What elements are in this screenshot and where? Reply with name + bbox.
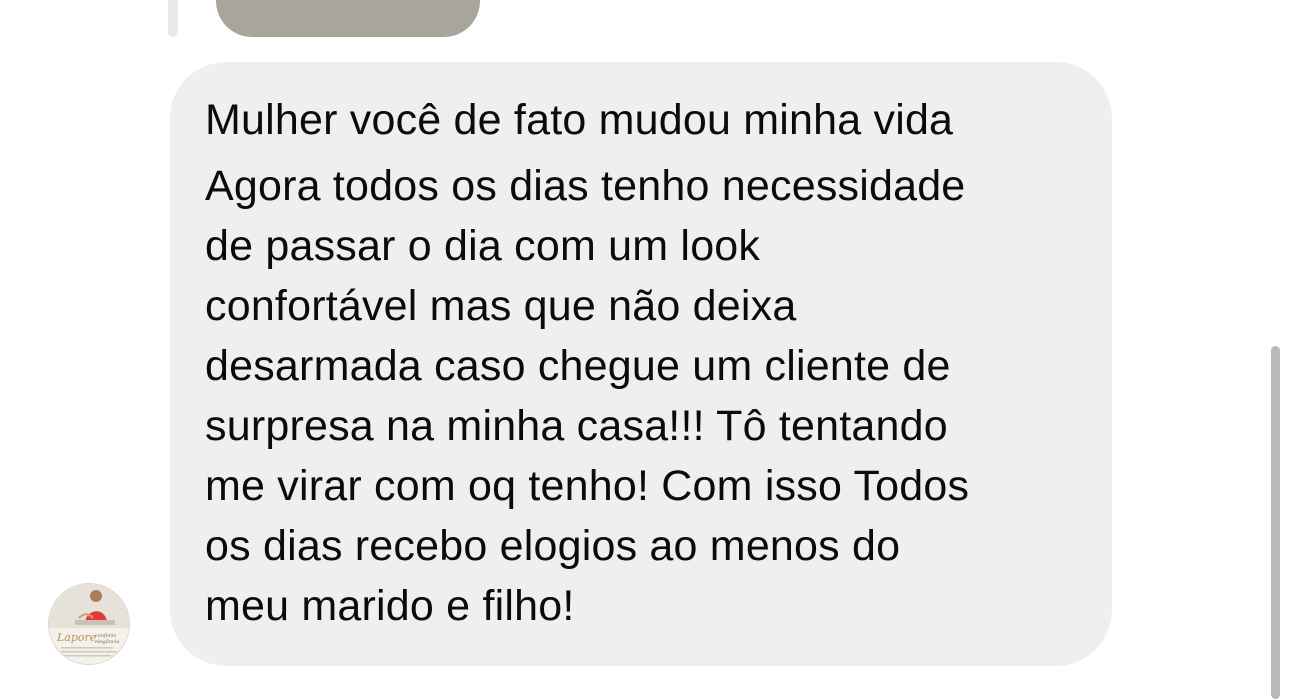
message-line: de passar o dia com um look — [205, 222, 761, 270]
svg-text:elegância: elegância — [95, 638, 119, 645]
message-line: me virar com oq tenho! Com isso Todos — [205, 462, 970, 510]
message-bubble[interactable]: Mulher você de fato mudou minha vida Ago… — [170, 62, 1112, 666]
sender-avatar[interactable]: Lapore conforto elegância — [48, 583, 130, 665]
message-line: os dias recebo elogios ao menos do — [205, 522, 901, 570]
reply-thread-line — [168, 0, 178, 37]
message-line: Mulher você de fato mudou minha vida — [205, 96, 954, 144]
scrollbar[interactable] — [1271, 346, 1280, 699]
profile-photo-icon: Lapore conforto elegância — [49, 584, 129, 664]
message-line: desarmada caso chegue um cliente de — [205, 342, 951, 390]
message-line: Agora todos os dias tenho necessidade — [205, 162, 966, 210]
quoted-media-preview[interactable] — [216, 0, 480, 37]
svg-text:Lapore: Lapore — [56, 631, 97, 644]
message-line: confortável mas que não deixa — [205, 282, 797, 330]
message-line: meu marido e filho! — [205, 582, 575, 630]
message-line: surpresa na minha casa!!! Tô tentando — [205, 402, 948, 450]
